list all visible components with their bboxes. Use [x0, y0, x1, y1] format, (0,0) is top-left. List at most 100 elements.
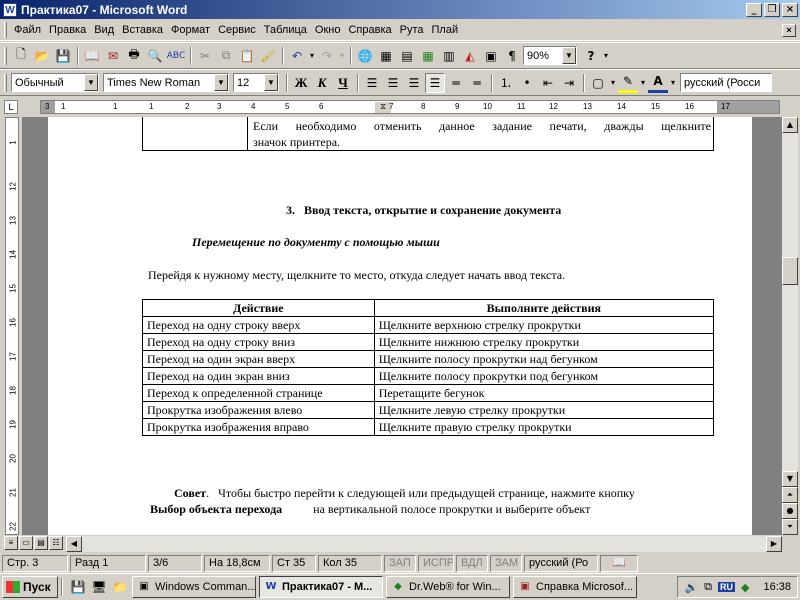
align-center-icon[interactable]: ☰ — [383, 73, 403, 93]
paragraph-spacing-icon[interactable]: ═ — [467, 73, 487, 93]
volume-icon[interactable]: 🔊 — [684, 581, 698, 594]
status-ext[interactable]: ВДЛ — [456, 554, 488, 572]
clock[interactable]: 16:38 — [763, 581, 791, 593]
scroll-left-icon[interactable]: ◀ — [66, 536, 82, 552]
web-layout-icon[interactable]: ▭ — [19, 536, 33, 550]
undo-dropdown-icon[interactable]: ▾ — [308, 46, 316, 66]
scroll-up-icon[interactable]: ▲ — [782, 117, 798, 133]
horizontal-scrollbar[interactable]: ◀ ▶ — [66, 536, 782, 552]
font-color-icon[interactable]: A — [648, 73, 668, 93]
status-rec[interactable]: ЗАП — [384, 554, 416, 572]
task-windows-commander[interactable]: ▣ Windows Comman... — [132, 576, 256, 598]
task-drweb[interactable]: ◆ Dr.Web® for Win... — [386, 576, 510, 598]
task-ms-help[interactable]: ▣ Справка Microsof... — [513, 576, 637, 598]
language-combo[interactable]: русский (Росси — [680, 73, 772, 92]
vertical-scrollbar[interactable]: ▲ ▼ ⏶ ● ⏷ — [782, 117, 798, 535]
scroll-thumb[interactable] — [782, 257, 798, 285]
title-bar[interactable]: W Практика07 - Microsoft Word _ ❐ × — [0, 0, 800, 19]
help-icon[interactable]: ? — [581, 46, 601, 66]
style-combo[interactable]: Обычный ▼ — [11, 73, 99, 92]
chevron-down-icon[interactable]: ▼ — [214, 74, 228, 91]
menu-table[interactable]: Таблица — [261, 24, 310, 36]
line-spacing-icon[interactable]: ═ — [446, 73, 466, 93]
email-icon[interactable]: ✉ — [103, 46, 123, 66]
decrease-indent-icon[interactable]: ⇤ — [538, 73, 558, 93]
paste-icon[interactable]: 📋 — [237, 46, 257, 66]
language-indicator[interactable]: RU — [718, 582, 735, 592]
menu-insert[interactable]: Вставка — [119, 24, 166, 36]
toolbar-grip[interactable] — [4, 73, 7, 92]
borders-dropdown-icon[interactable]: ▾ — [609, 73, 617, 93]
menu-help[interactable]: Справка — [345, 24, 394, 36]
normal-view-icon[interactable]: ≡ — [4, 536, 18, 550]
outline-view-icon[interactable]: ☷ — [49, 536, 63, 550]
insert-excel-icon[interactable]: ▦ — [418, 46, 438, 66]
zoom-combo[interactable]: 90% ▼ — [523, 46, 577, 65]
permission-icon[interactable]: 📖 — [82, 46, 102, 66]
open-folder-icon[interactable]: 📂 — [32, 46, 52, 66]
status-trk[interactable]: ИСПР — [418, 554, 454, 572]
borders-icon[interactable]: ▢ — [588, 73, 608, 93]
scroll-down-icon[interactable]: ▼ — [782, 471, 798, 487]
chevron-down-icon[interactable]: ▼ — [562, 47, 576, 64]
print-icon[interactable]: 🖶 — [124, 46, 144, 66]
previous-page-icon[interactable]: ⏶ — [782, 487, 798, 503]
new-document-icon[interactable]: 🗋 — [11, 46, 31, 66]
font-color-dropdown-icon[interactable]: ▾ — [669, 73, 677, 93]
tables-borders-icon[interactable]: ▦ — [376, 46, 396, 66]
menu-view[interactable]: Вид — [91, 24, 117, 36]
doc-close-button[interactable]: × — [782, 23, 796, 37]
highlight-dropdown-icon[interactable]: ▾ — [639, 73, 647, 93]
antivirus-tray-icon[interactable]: ◆ — [741, 581, 749, 594]
word-app-icon[interactable]: W — [3, 2, 17, 17]
task-word-document[interactable]: W Практика07 - М... — [259, 576, 383, 598]
folder-quicklaunch-icon[interactable]: 📁 — [111, 578, 129, 596]
undo-icon[interactable]: ↶ — [287, 46, 307, 66]
minimize-button[interactable]: _ — [746, 2, 762, 17]
menu-tools[interactable]: Сервис — [215, 24, 259, 36]
drawing-icon[interactable]: ◭ — [460, 46, 480, 66]
columns-icon[interactable]: ▥ — [439, 46, 459, 66]
font-size-combo[interactable]: 12 ▼ — [233, 73, 279, 92]
horizontal-ruler[interactable]: 3 1 1 1 2 3 4 5 6 ⧖ 7 8 9 10 11 12 13 14… — [40, 100, 780, 114]
chevron-down-icon[interactable]: ▼ — [264, 74, 278, 91]
document-area[interactable]: Если необходимо отменить данное задание … — [22, 117, 782, 535]
spelling-status-icon[interactable]: 📖 — [600, 554, 638, 572]
start-button[interactable]: Пуск — [2, 576, 58, 598]
vertical-ruler[interactable]: 1 12 13 14 15 16 17 18 19 20 21 22 — [5, 117, 19, 535]
toolbar-grip[interactable] — [4, 46, 7, 65]
bold-button[interactable]: Ж — [291, 73, 311, 93]
document-map-icon[interactable]: ▣ — [481, 46, 501, 66]
print-layout-icon[interactable]: ▤ — [34, 536, 48, 550]
close-button[interactable]: × — [782, 2, 798, 17]
highlight-icon[interactable]: ✎ — [618, 73, 638, 93]
document-page[interactable]: Если необходимо отменить данное задание … — [48, 117, 752, 535]
restore-button[interactable]: ❐ — [764, 2, 780, 17]
justify-icon[interactable]: ☰ — [425, 72, 445, 93]
increase-indent-icon[interactable]: ⇥ — [559, 73, 579, 93]
italic-button[interactable]: К — [312, 73, 332, 93]
show-hide-icon[interactable]: ¶ — [502, 46, 522, 66]
redo-dropdown-icon[interactable]: ▾ — [338, 46, 346, 66]
status-ovr[interactable]: ЗАМ — [490, 554, 522, 572]
menu-window[interactable]: Окно — [312, 24, 344, 36]
select-browse-object-icon[interactable]: ● — [782, 503, 798, 519]
cut-icon[interactable]: ✂ — [195, 46, 215, 66]
menu-play[interactable]: Плай — [429, 24, 462, 36]
hyperlink-icon[interactable]: 🌐 — [355, 46, 375, 66]
status-language[interactable]: русский (Ро — [524, 554, 598, 572]
copy-icon[interactable]: ⧉ — [216, 46, 236, 66]
numbering-icon[interactable]: ⒈ — [496, 73, 516, 93]
network-icon[interactable]: ⧉ — [704, 581, 712, 594]
desktop-quicklaunch-icon[interactable]: 🖥 — [90, 578, 108, 596]
print-preview-icon[interactable]: 🔍 — [145, 46, 165, 66]
align-right-icon[interactable]: ☰ — [404, 73, 424, 93]
spelling-icon[interactable]: ABC — [166, 46, 186, 66]
bullets-icon[interactable]: • — [517, 73, 537, 93]
font-combo[interactable]: Times New Roman ▼ — [103, 73, 229, 92]
redo-icon[interactable]: ↷ — [317, 46, 337, 66]
chevron-down-icon[interactable]: ▼ — [84, 74, 98, 91]
menu-ruta[interactable]: Рута — [397, 24, 427, 36]
menu-grip[interactable] — [4, 22, 7, 38]
menu-edit[interactable]: Правка — [46, 24, 89, 36]
